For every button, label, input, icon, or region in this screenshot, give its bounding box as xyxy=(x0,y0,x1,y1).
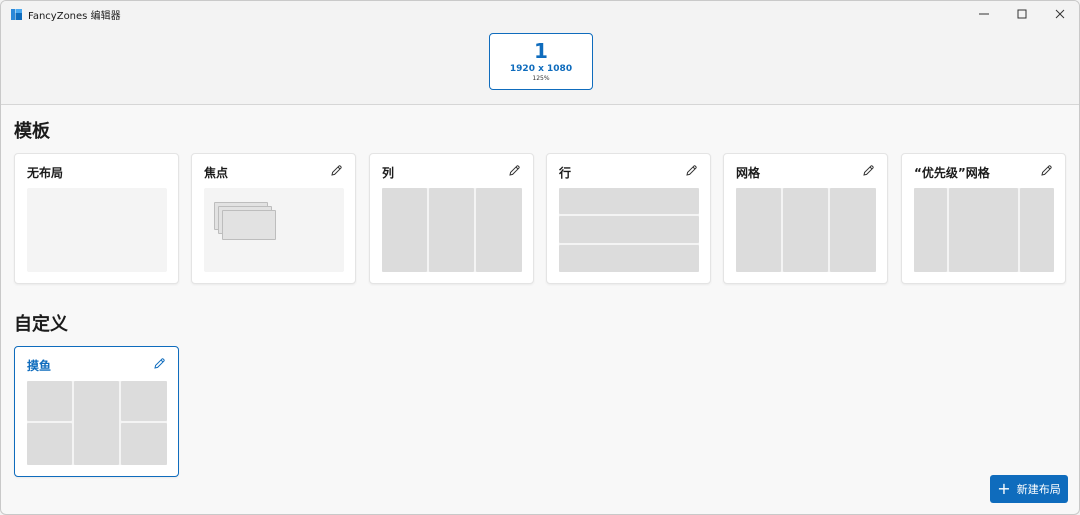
layout-preview xyxy=(382,188,522,272)
close-icon xyxy=(1055,9,1065,19)
layout-card-priority-grid[interactable]: “优先级”网格 xyxy=(901,153,1066,284)
layout-card-rows[interactable]: 行 xyxy=(546,153,711,284)
zone xyxy=(429,188,474,272)
new-layout-button[interactable]: + 新建布局 xyxy=(990,475,1068,503)
layout-preview xyxy=(204,188,344,272)
card-title: 无布局 xyxy=(27,166,64,180)
layout-card-grid[interactable]: 网格 xyxy=(723,153,888,284)
monitor-1[interactable]: 1 1920 x 1080 125% xyxy=(489,33,593,90)
edit-pencil-icon[interactable] xyxy=(685,164,698,177)
zone xyxy=(559,188,699,214)
zone xyxy=(830,188,876,272)
edit-pencil-icon[interactable] xyxy=(330,164,343,177)
minimize-button[interactable] xyxy=(965,1,1003,27)
card-title: 摸鱼 xyxy=(27,359,52,373)
maximize-icon xyxy=(1017,9,1027,19)
zone xyxy=(74,381,119,465)
card-title: 列 xyxy=(382,166,395,180)
templates-heading: 模板 xyxy=(14,121,50,142)
layout-card-columns[interactable]: 列 xyxy=(369,153,534,284)
close-button[interactable] xyxy=(1041,1,1079,27)
zone xyxy=(27,423,72,465)
layout-card-focus[interactable]: 焦点 xyxy=(191,153,356,284)
new-layout-label: 新建布局 xyxy=(1016,483,1061,496)
minimize-icon xyxy=(979,13,989,15)
title-bar: FancyZones 编辑器 xyxy=(1,1,1079,27)
zone xyxy=(736,188,781,272)
card-title: 焦点 xyxy=(204,166,229,180)
zone xyxy=(1020,188,1054,272)
layout-card-no-layout[interactable]: 无布局 xyxy=(14,153,179,284)
edit-pencil-icon[interactable] xyxy=(153,357,166,370)
window-controls xyxy=(965,1,1079,27)
zone xyxy=(382,188,427,272)
edit-pencil-icon[interactable] xyxy=(862,164,875,177)
monitor-bar: 1 1920 x 1080 125% xyxy=(1,27,1079,105)
zone xyxy=(914,188,947,272)
window-title: FancyZones 编辑器 xyxy=(28,10,121,22)
layout-preview xyxy=(736,188,876,272)
fancyzones-app-icon xyxy=(11,8,22,20)
zone xyxy=(949,188,1018,272)
zone xyxy=(559,245,699,272)
monitor-scale: 125% xyxy=(532,75,550,82)
card-title: 网格 xyxy=(736,166,761,180)
zone xyxy=(121,381,167,421)
zone xyxy=(121,423,167,465)
edit-pencil-icon[interactable] xyxy=(1040,164,1053,177)
monitor-number: 1 xyxy=(534,39,548,63)
layout-preview xyxy=(914,188,1054,272)
zone xyxy=(222,210,276,240)
fancyzones-editor-window: FancyZones 编辑器 1 1920 x 1080 125% 模板 无布局… xyxy=(0,0,1080,515)
layout-card-custom-moyu[interactable]: 摸鱼 xyxy=(14,346,179,477)
zone xyxy=(783,188,828,272)
monitor-resolution: 1920 x 1080 xyxy=(509,64,573,74)
layout-preview xyxy=(27,188,167,272)
custom-heading: 自定义 xyxy=(14,314,68,335)
layout-preview xyxy=(559,188,699,272)
maximize-button[interactable] xyxy=(1003,1,1041,27)
edit-pencil-icon[interactable] xyxy=(508,164,521,177)
plus-icon: + xyxy=(997,479,1011,498)
card-title: “优先级”网格 xyxy=(914,166,990,180)
zone xyxy=(476,188,522,272)
zone xyxy=(559,216,699,243)
layout-preview xyxy=(27,381,167,465)
card-title: 行 xyxy=(559,166,572,180)
zone xyxy=(27,381,72,421)
